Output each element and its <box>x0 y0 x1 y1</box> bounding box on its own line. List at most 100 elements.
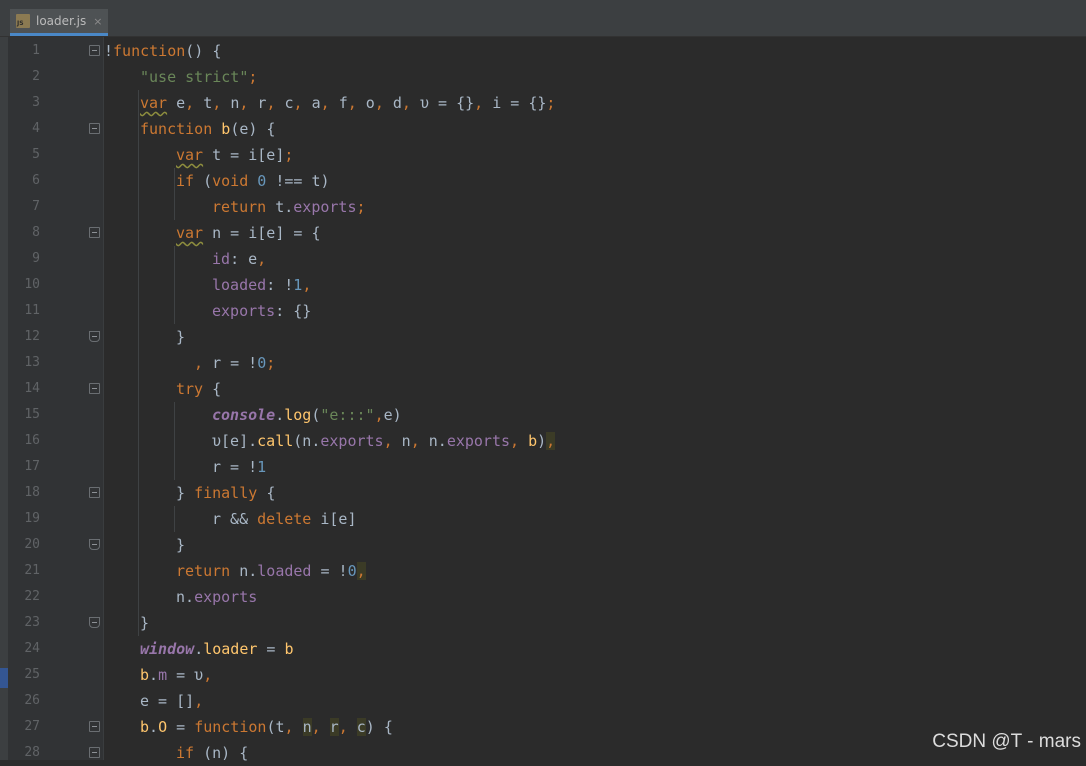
code-token: , <box>410 432 429 450</box>
line-number: 24 <box>24 641 40 656</box>
code-token: var <box>176 146 204 164</box>
fold-toggle-icon[interactable] <box>89 747 100 758</box>
code-token: ; <box>284 146 294 164</box>
code-token: , <box>302 276 312 294</box>
code-token: return <box>176 562 240 580</box>
code-token: loaded <box>212 276 267 294</box>
code-line[interactable]: e = [], <box>140 688 203 714</box>
code-token: m <box>158 666 168 684</box>
code-line[interactable]: υ[e].call(n.exports, n, n.exports, b), <box>212 428 556 454</box>
code-token: b <box>221 120 231 138</box>
code-token: call <box>257 432 294 450</box>
line-number: 9 <box>32 251 40 266</box>
code-token: , <box>383 432 402 450</box>
code-token: "e:::" <box>320 406 375 424</box>
code-line[interactable]: r && delete i[e] <box>212 506 357 532</box>
code-line[interactable]: !function() { <box>104 38 221 64</box>
code-line[interactable]: b.m = υ, <box>140 662 212 688</box>
code-line[interactable]: } <box>140 610 149 636</box>
close-tab-icon[interactable]: × <box>93 15 102 28</box>
code-token: c <box>356 718 366 736</box>
code-token: ; <box>266 354 276 372</box>
code-line[interactable]: var n = i[e] = { <box>176 220 321 246</box>
code-token: , <box>356 562 366 580</box>
code-line[interactable]: console.log("e:::",e) <box>212 402 402 428</box>
code-token: t. <box>275 198 294 216</box>
editor-tab-bar: JS loader.js × <box>0 0 1086 37</box>
line-number: 13 <box>24 355 40 370</box>
code-token: n. <box>428 432 447 450</box>
code-token: ; <box>546 94 556 112</box>
indent-guide <box>138 90 139 636</box>
code-line[interactable]: } finally { <box>176 480 275 506</box>
code-token: , <box>194 692 204 710</box>
code-line[interactable]: try { <box>176 376 221 402</box>
code-line[interactable]: b.O = function(t, n, r, c) { <box>140 714 393 740</box>
code-token: r && <box>212 510 258 528</box>
code-line[interactable]: var t = i[e]; <box>176 142 293 168</box>
code-token: function <box>113 42 186 60</box>
code-line[interactable]: id: e, <box>212 246 266 272</box>
fold-end-marker[interactable] <box>89 617 100 628</box>
fold-toggle-icon[interactable] <box>89 383 100 394</box>
code-token: r = ! <box>212 354 258 372</box>
line-number: 3 <box>32 95 40 110</box>
code-token: exports <box>194 588 258 606</box>
code-token: a <box>311 94 321 112</box>
code-line[interactable]: "use strict"; <box>140 64 257 90</box>
code-token: , <box>311 718 330 736</box>
code-token: , <box>257 250 267 268</box>
code-token: , <box>320 94 339 112</box>
code-token: ) <box>537 432 547 450</box>
code-line[interactable]: } <box>176 532 185 558</box>
line-number: 6 <box>32 173 40 188</box>
fold-toggle-icon[interactable] <box>89 45 100 56</box>
code-token: , <box>266 94 285 112</box>
code-token: n = i[e] = { <box>203 224 321 242</box>
fold-toggle-icon[interactable] <box>89 721 100 732</box>
code-token: exports <box>212 302 276 320</box>
code-line[interactable]: return n.loaded = !0, <box>176 558 366 584</box>
code-token: r = ! <box>212 458 258 476</box>
code-token: } <box>176 484 195 502</box>
tab-loader-js[interactable]: JS loader.js × <box>10 9 108 36</box>
change-marker[interactable] <box>0 668 8 688</box>
code-line[interactable]: window.loader = b <box>140 636 294 662</box>
fold-end-marker[interactable] <box>89 539 100 550</box>
code-token: : e <box>230 250 258 268</box>
line-number: 5 <box>32 147 40 162</box>
code-line[interactable]: if (n) { <box>176 740 248 766</box>
fold-toggle-icon[interactable] <box>89 123 100 134</box>
code-token: if <box>176 744 204 762</box>
code-line[interactable]: } <box>176 324 185 350</box>
code-token: , <box>284 718 303 736</box>
code-line[interactable]: if (void 0 !== t) <box>176 168 330 194</box>
code-line[interactable]: n.exports <box>176 584 257 610</box>
code-token: e = [] <box>140 692 195 710</box>
code-line[interactable]: return t.exports; <box>212 194 366 220</box>
code-token: ! <box>104 42 114 60</box>
fold-toggle-icon[interactable] <box>89 227 100 238</box>
code-line[interactable]: loaded: !1, <box>212 272 311 298</box>
code-line[interactable]: r = !1 <box>212 454 266 480</box>
code-token: n <box>230 94 240 112</box>
code-token: ; <box>356 198 366 216</box>
code-token: () { <box>185 42 222 60</box>
fold-toggle-icon[interactable] <box>89 487 100 498</box>
code-line[interactable]: , r = !0; <box>194 350 275 376</box>
code-line[interactable]: function b(e) { <box>140 116 275 142</box>
code-line[interactable]: exports: {} <box>212 298 311 324</box>
code-token: function <box>140 120 222 138</box>
code-token: f <box>338 94 348 112</box>
code-token: } <box>176 536 186 554</box>
code-token: , <box>185 94 204 112</box>
code-line[interactable]: var e, t, n, r, c, a, f, o, d, υ = {}, i… <box>140 90 555 116</box>
code-token: "use strict" <box>140 68 249 86</box>
fold-end-marker[interactable] <box>89 331 100 342</box>
js-file-icon: JS <box>16 14 30 28</box>
code-token: , <box>293 94 312 112</box>
code-token: = <box>257 640 285 658</box>
code-token: υ[e]. <box>212 432 258 450</box>
code-token: , <box>203 666 213 684</box>
line-number: 7 <box>32 199 40 214</box>
